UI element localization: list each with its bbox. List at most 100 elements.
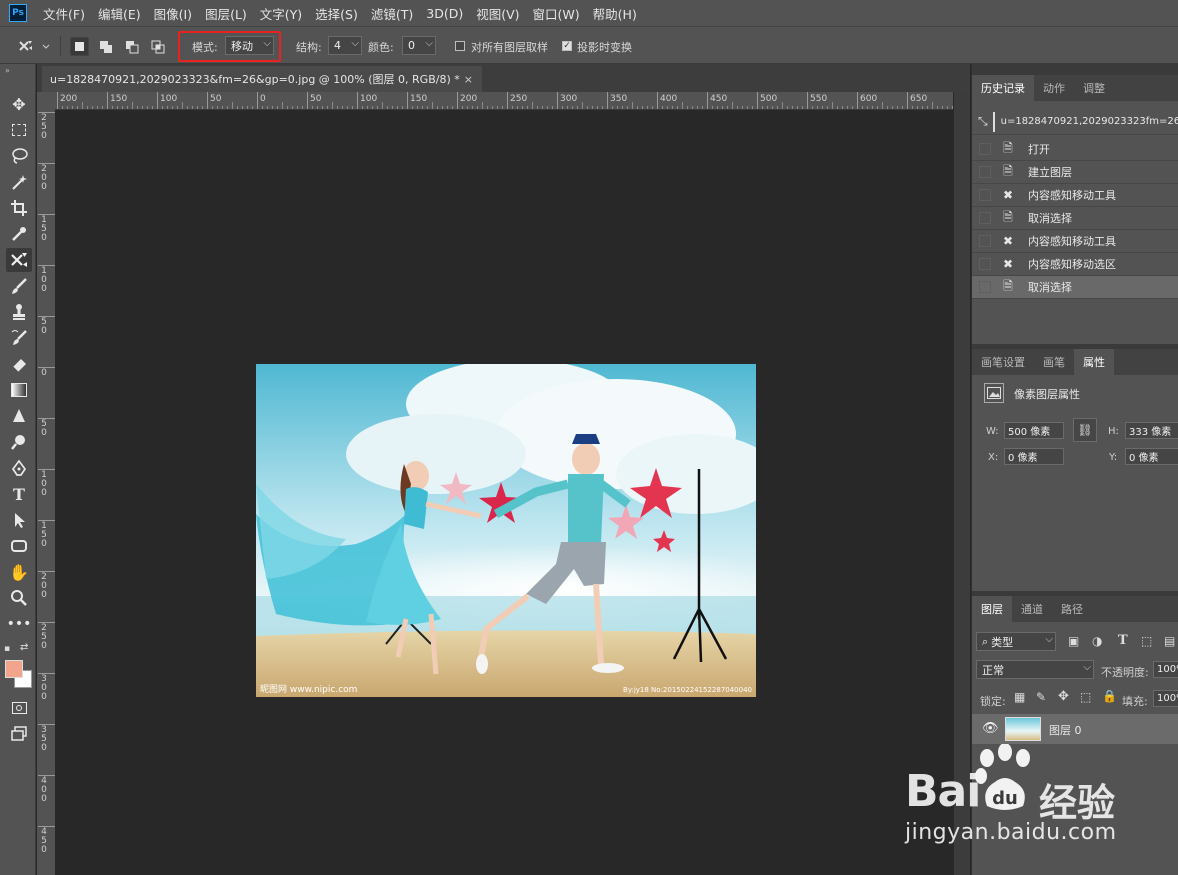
history-item[interactable]: 🗎 打开: [972, 138, 1178, 161]
blend-mode-dropdown[interactable]: 正常 ⌵: [976, 660, 1094, 679]
y-field[interactable]: 0 像素: [1125, 448, 1178, 465]
tab-actions[interactable]: 动作: [1034, 75, 1074, 101]
tab-layers[interactable]: 图层: [972, 596, 1012, 622]
filter-pixel-icon[interactable]: ▣: [1068, 634, 1079, 648]
hand-tool[interactable]: ✋: [6, 560, 32, 584]
history-snapshot[interactable]: ⤡ u=1828470921,2029023323fm=26: [972, 109, 1178, 135]
doc-icon: 🗎: [1003, 140, 1013, 155]
menu-view[interactable]: 视图(V): [476, 4, 519, 23]
content-aware-move-tool[interactable]: [6, 248, 32, 272]
history-checkbox[interactable]: [979, 281, 991, 293]
lock-all-icon[interactable]: 🔒: [1102, 689, 1117, 703]
tab-adjustments[interactable]: 调整: [1074, 75, 1114, 101]
tab-brushes[interactable]: 画笔: [1034, 349, 1074, 375]
dodge-tool[interactable]: [6, 430, 32, 454]
mode-dropdown[interactable]: 移动 ⌵: [225, 36, 274, 55]
type-tool[interactable]: T: [6, 482, 32, 506]
transform-on-drop-checkbox[interactable]: ✓: [562, 41, 572, 51]
history-item[interactable]: ✖ 内容感知移动工具: [972, 184, 1178, 207]
add-to-selection-button[interactable]: [96, 37, 115, 56]
document-tab[interactable]: u=1828470921,2029023323&fm=26&gp=0.jpg @…: [42, 66, 482, 92]
shape-tool[interactable]: [6, 534, 32, 558]
color-dropdown[interactable]: 0 ⌵: [402, 36, 436, 55]
blur-tool[interactable]: [6, 404, 32, 428]
tab-brush-settings[interactable]: 画笔设置: [972, 349, 1034, 375]
menu-type[interactable]: 文字(Y): [260, 4, 302, 23]
menu-edit[interactable]: 编辑(E): [98, 4, 141, 23]
swap-colors-icon[interactable]: ⇄: [20, 642, 28, 653]
menu-select[interactable]: 选择(S): [315, 4, 358, 23]
layer-filter-dropdown[interactable]: ⌕ 类型 ⌵: [976, 632, 1056, 651]
width-field[interactable]: 500 像素: [1004, 422, 1064, 439]
menu-filter[interactable]: 滤镜(T): [371, 4, 413, 23]
history-checkbox[interactable]: [979, 235, 991, 247]
history-checkbox[interactable]: [979, 212, 991, 224]
tab-history[interactable]: 历史记录: [972, 75, 1034, 101]
filter-adjustment-icon[interactable]: ◑: [1092, 634, 1102, 648]
filter-type-icon[interactable]: T: [1118, 633, 1128, 648]
history-item[interactable]: ✖ 内容感知移动工具: [972, 230, 1178, 253]
fill-field[interactable]: 100%: [1153, 690, 1178, 707]
document-image[interactable]: 昵图网 www.nipic.com By:jy18 No:20150224152…: [256, 364, 756, 697]
ruler-tick: [757, 92, 758, 109]
menu-window[interactable]: 窗口(W): [533, 4, 580, 23]
structure-dropdown[interactable]: 4 ⌵: [328, 36, 362, 55]
magic-wand-icon: [12, 175, 27, 190]
screen-mode-button[interactable]: [6, 722, 32, 746]
more-tools[interactable]: •••: [6, 612, 32, 636]
history-item[interactable]: ✖ 内容感知移动选区: [972, 253, 1178, 276]
tab-properties[interactable]: 属性: [1074, 349, 1114, 375]
tool-preset-picker[interactable]: [16, 36, 50, 56]
history-item[interactable]: 🗎 建立图层: [972, 161, 1178, 184]
lasso-tool[interactable]: [6, 144, 32, 168]
filter-shape-icon[interactable]: ⬚: [1141, 634, 1152, 648]
intersect-selection-button[interactable]: [148, 37, 167, 56]
default-colors-icon[interactable]: ▪: [4, 644, 10, 654]
subtract-selection-button[interactable]: [122, 37, 141, 56]
lock-transparent-icon[interactable]: ▦: [1014, 690, 1025, 704]
menu-layer[interactable]: 图层(L): [205, 4, 247, 23]
lock-artboard-icon[interactable]: ⬚: [1080, 690, 1091, 704]
brush-tool[interactable]: [6, 274, 32, 298]
eraser-tool[interactable]: [6, 352, 32, 376]
marquee-tool[interactable]: [6, 118, 32, 142]
history-item-current[interactable]: 🗎 取消选择: [972, 276, 1178, 299]
gradient-tool[interactable]: [6, 378, 32, 402]
tab-channels[interactable]: 通道: [1012, 596, 1052, 622]
eyedropper-tool[interactable]: [6, 222, 32, 246]
history-checkbox[interactable]: [979, 166, 991, 178]
close-tab-icon[interactable]: ×: [464, 73, 473, 86]
move-tool[interactable]: ✥: [6, 92, 32, 116]
crop-tool[interactable]: [6, 196, 32, 220]
stamp-tool[interactable]: [6, 300, 32, 324]
menu-help[interactable]: 帮助(H): [593, 4, 637, 23]
history-item[interactable]: 🗎 取消选择: [972, 207, 1178, 230]
menu-image[interactable]: 图像(I): [154, 4, 192, 23]
history-checkbox[interactable]: [979, 189, 991, 201]
layer-thumbnail: [1005, 717, 1041, 741]
path-selection-tool[interactable]: [6, 508, 32, 532]
magic-wand-tool[interactable]: [6, 170, 32, 194]
menu-3d[interactable]: 3D(D): [426, 6, 463, 21]
menu-file[interactable]: 文件(F): [43, 4, 85, 23]
pen-tool[interactable]: [6, 456, 32, 480]
quick-mask-button[interactable]: [6, 696, 32, 720]
collapse-icon[interactable]: »: [5, 66, 10, 75]
filter-smart-object-icon[interactable]: ▤: [1164, 634, 1175, 648]
link-dimensions-button[interactable]: ⛓: [1073, 418, 1097, 442]
zoom-tool[interactable]: [6, 586, 32, 610]
new-selection-button[interactable]: [70, 37, 89, 56]
opacity-field[interactable]: 100%: [1153, 661, 1178, 678]
history-checkbox[interactable]: [979, 258, 991, 270]
x-field[interactable]: 0 像素: [1004, 448, 1064, 465]
visibility-eye-icon[interactable]: 👁: [982, 721, 999, 736]
tab-paths[interactable]: 路径: [1052, 596, 1092, 622]
lock-pixels-icon[interactable]: ✎: [1036, 690, 1046, 704]
history-brush-tool[interactable]: [6, 326, 32, 350]
layer-row[interactable]: 👁 图层 0: [972, 714, 1178, 744]
history-checkbox[interactable]: [979, 143, 991, 155]
foreground-color-swatch[interactable]: [5, 660, 23, 678]
lock-position-icon[interactable]: ✥: [1058, 689, 1069, 704]
height-field[interactable]: 333 像素: [1125, 422, 1178, 439]
sample-all-layers-checkbox[interactable]: [455, 41, 465, 51]
